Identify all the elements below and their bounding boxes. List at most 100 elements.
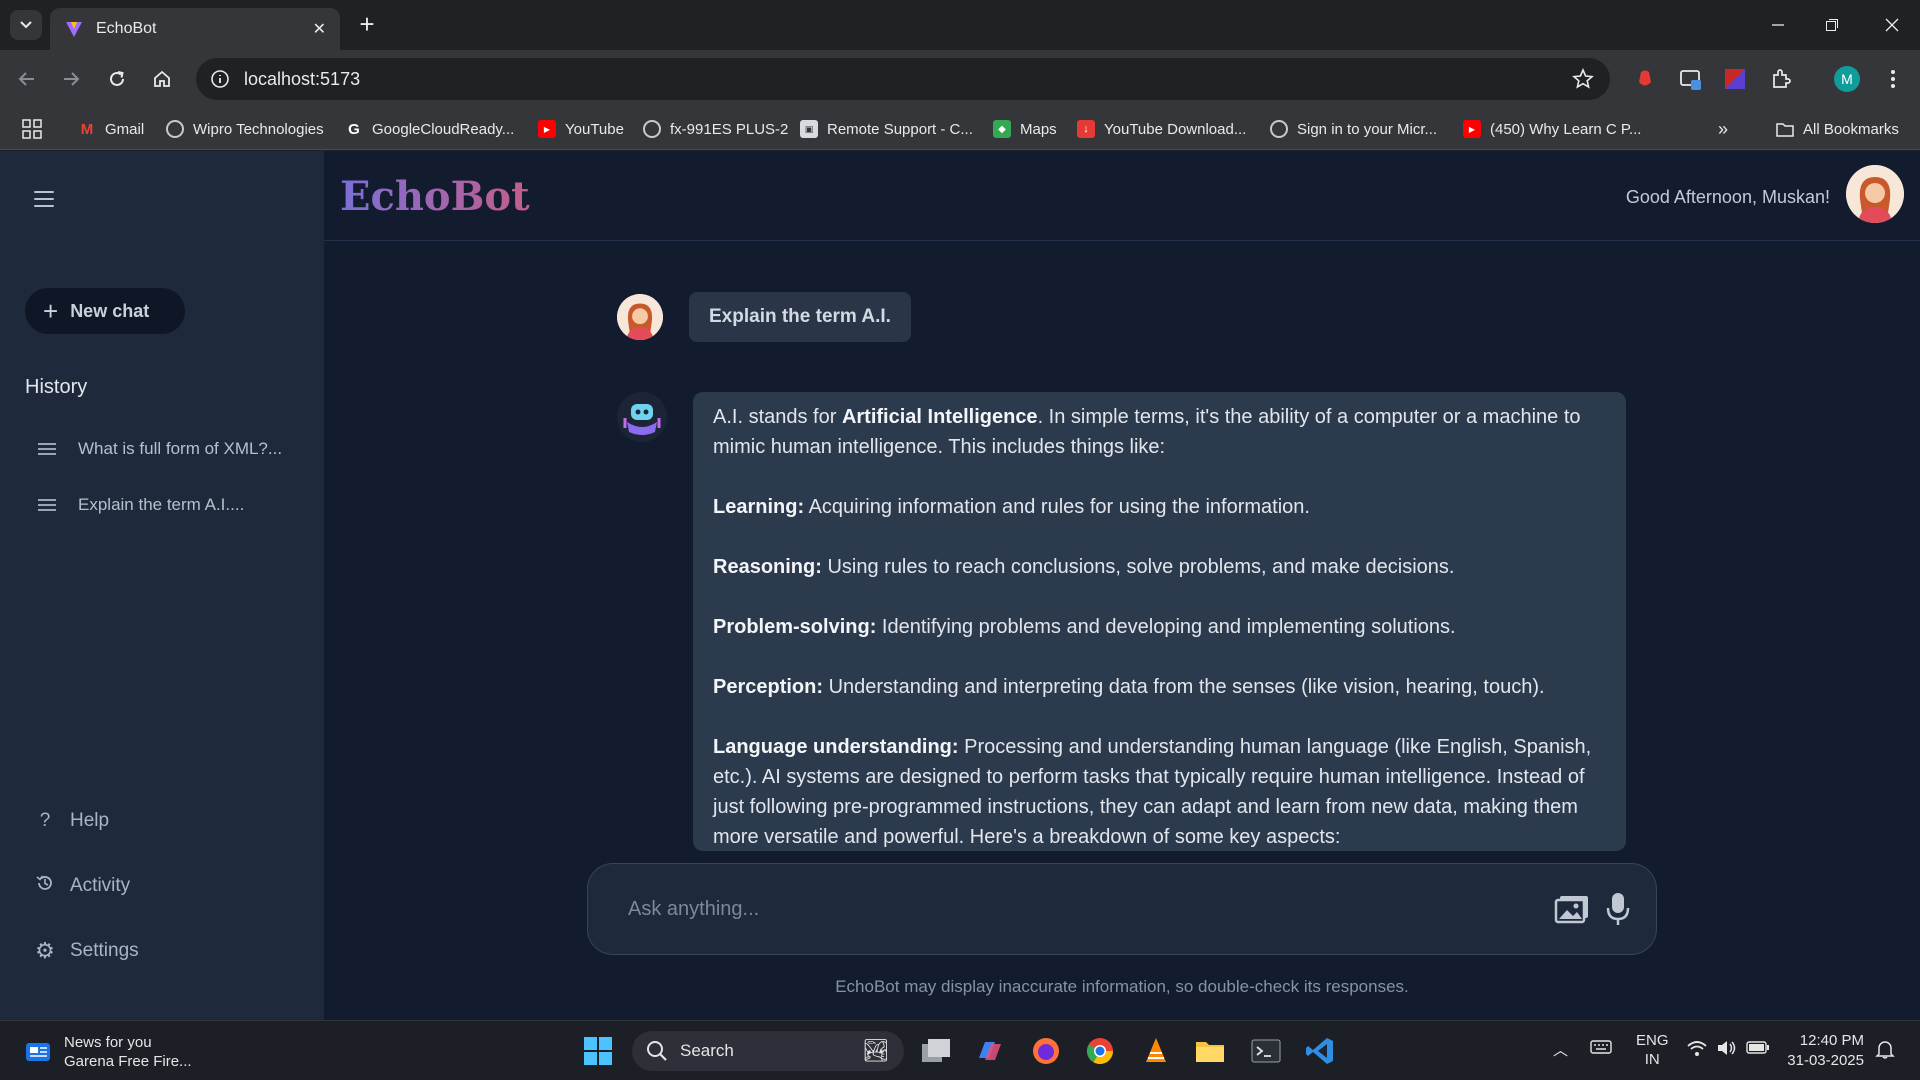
bot-point: Problem-solving: Identifying problems an… <box>713 616 1456 638</box>
globe-icon <box>643 120 661 138</box>
prompt-input[interactable] <box>628 894 1508 924</box>
keyboard-icon[interactable] <box>1590 1039 1612 1059</box>
more-bookmarks-icon[interactable]: » <box>1718 118 1728 140</box>
history-item[interactable]: What is full form of XML?... <box>38 434 282 464</box>
search-highlight-icon: 🏞 <box>862 1038 890 1063</box>
forward-button[interactable] <box>56 64 86 94</box>
taskbar-search[interactable]: Search 🏞 <box>632 1031 904 1071</box>
bookmark-fx991[interactable]: fx-991ES PLUS-2 <box>643 118 788 140</box>
vlc-icon[interactable] <box>1136 1031 1176 1071</box>
browser-tab[interactable]: EchoBot ✕ <box>50 8 340 50</box>
new-tab-button[interactable]: + <box>352 10 382 40</box>
extension-red-icon[interactable] <box>1632 66 1658 92</box>
all-bookmarks-button[interactable]: All Bookmarks <box>1776 118 1899 140</box>
youtube-icon: ▶ <box>538 120 556 138</box>
windows-taskbar: News for you Garena Free Fire... Search 🏞… <box>0 1020 1920 1080</box>
copilot-icon[interactable] <box>970 1031 1010 1071</box>
settings-nav-item[interactable]: ⚙ Settings <box>34 936 139 966</box>
google-icon: G <box>348 120 360 138</box>
bookmark-maps[interactable]: ◆ Maps <box>993 118 1057 140</box>
new-chat-button[interactable]: + New chat <box>25 288 185 334</box>
address-bar[interactable]: localhost:5173 <box>196 58 1610 100</box>
volume-icon[interactable] <box>1716 1039 1738 1061</box>
user-message-avatar <box>617 294 663 340</box>
message-lines-icon <box>38 440 56 458</box>
bot-point: Reasoning: Using rules to reach conclusi… <box>713 556 1455 578</box>
sidebar: + New chat History What is full form of … <box>0 151 324 1020</box>
tab-title: EchoBot <box>96 20 157 37</box>
browser-tab-strip: EchoBot ✕ + <box>0 0 1920 50</box>
extensions-puzzle-icon[interactable] <box>1768 66 1794 92</box>
user-message-bubble: Explain the term A.I. <box>689 292 911 342</box>
url-text: localhost:5173 <box>244 68 361 89</box>
chevron-down-icon <box>20 21 32 29</box>
reload-icon <box>110 71 124 86</box>
activity-nav-item[interactable]: Activity <box>34 871 130 901</box>
arrow-right-icon <box>64 72 80 86</box>
bot-avatar-icon <box>617 392 667 442</box>
bookmark-microsoft-signin[interactable]: Sign in to your Micr... <box>1270 118 1437 140</box>
arrow-left-icon <box>18 72 34 86</box>
disclaimer-text: EchoBot may display inaccurate informati… <box>835 977 1409 996</box>
notifications-icon[interactable] <box>1874 1039 1896 1063</box>
vscode-icon[interactable] <box>1300 1031 1340 1071</box>
history-heading: History <box>25 376 88 398</box>
file-explorer-icon[interactable] <box>1190 1031 1230 1071</box>
message-lines-icon <box>38 496 56 514</box>
restore-button[interactable] <box>1812 10 1852 40</box>
bookmark-youtube[interactable]: ▶ YouTube <box>538 118 624 140</box>
greeting-text: Good Afternoon, Muskan! <box>1625 187 1830 207</box>
history-item[interactable]: Explain the term A.I.... <box>38 490 244 520</box>
bookmark-googlecloud[interactable]: G GoogleCloudReady... <box>345 118 514 140</box>
task-view-icon[interactable] <box>916 1031 956 1071</box>
user-avatar[interactable] <box>1846 165 1904 223</box>
back-button[interactable] <box>12 64 42 94</box>
history-icon <box>34 873 56 899</box>
reload-button[interactable] <box>102 64 132 94</box>
chrome-icon[interactable] <box>1080 1031 1120 1071</box>
minimize-button[interactable] <box>1758 10 1798 40</box>
firefox-icon[interactable] <box>1026 1031 1066 1071</box>
close-window-button[interactable] <box>1872 10 1912 40</box>
bookmark-wipro[interactable]: Wipro Technologies <box>166 118 324 140</box>
gear-icon: ⚙ <box>35 938 55 963</box>
profile-avatar[interactable]: M <box>1834 66 1860 92</box>
tab-search-button[interactable] <box>10 10 42 40</box>
folder-icon <box>1776 120 1794 138</box>
windows-start-icon[interactable] <box>578 1031 618 1071</box>
browser-menu-icon[interactable] <box>1880 66 1906 92</box>
search-icon <box>647 1041 667 1061</box>
gmail-icon: M <box>80 120 94 138</box>
extension-color-icon[interactable] <box>1722 66 1748 92</box>
site-info-icon[interactable] <box>210 69 230 89</box>
plus-icon: + <box>43 296 59 326</box>
microphone-icon[interactable] <box>1606 892 1630 926</box>
bookmark-star-icon[interactable] <box>1572 68 1594 90</box>
bookmark-why-learn-c[interactable]: ▶ (450) Why Learn C P... <box>1463 118 1641 140</box>
news-widget[interactable]: News for you Garena Free Fire... <box>24 1033 192 1071</box>
bot-point: Language understanding: Processing and u… <box>713 736 1592 848</box>
vite-icon <box>66 22 82 37</box>
prompt-composer <box>587 863 1657 955</box>
battery-icon[interactable] <box>1746 1039 1770 1059</box>
apps-grid-icon[interactable] <box>22 118 42 140</box>
home-button[interactable] <box>147 64 177 94</box>
menu-toggle-icon[interactable] <box>34 191 54 209</box>
app-header: EchoBot Good Afternoon, Muskan! <box>324 151 1920 241</box>
terminal-icon[interactable] <box>1246 1031 1286 1071</box>
bot-point: Learning: Acquiring information and rule… <box>713 496 1310 518</box>
download-icon: ↓ <box>1077 120 1095 138</box>
bookmark-gmail[interactable]: M Gmail <box>78 118 144 140</box>
tab-close-icon[interactable]: ✕ <box>313 19 326 39</box>
extension-window-icon[interactable] <box>1678 66 1704 92</box>
system-clock[interactable]: 12:40 PM 31-03-2025 <box>1787 1031 1864 1071</box>
bookmarks-bar: M Gmail Wipro Technologies G GoogleCloudRe… <box>0 108 1920 150</box>
image-upload-icon[interactable] <box>1554 894 1590 924</box>
news-icon <box>26 1043 50 1061</box>
show-hidden-icons[interactable]: ︿ <box>1553 1039 1568 1060</box>
wifi-icon[interactable] <box>1686 1039 1708 1061</box>
bookmark-youtube-download[interactable]: ↓ YouTube Download... <box>1077 118 1246 140</box>
help-nav-item[interactable]: ? Help <box>34 806 109 836</box>
bookmark-remote-support[interactable]: ▣ Remote Support - C... <box>800 118 973 140</box>
language-indicator[interactable]: ENG IN <box>1636 1031 1669 1069</box>
